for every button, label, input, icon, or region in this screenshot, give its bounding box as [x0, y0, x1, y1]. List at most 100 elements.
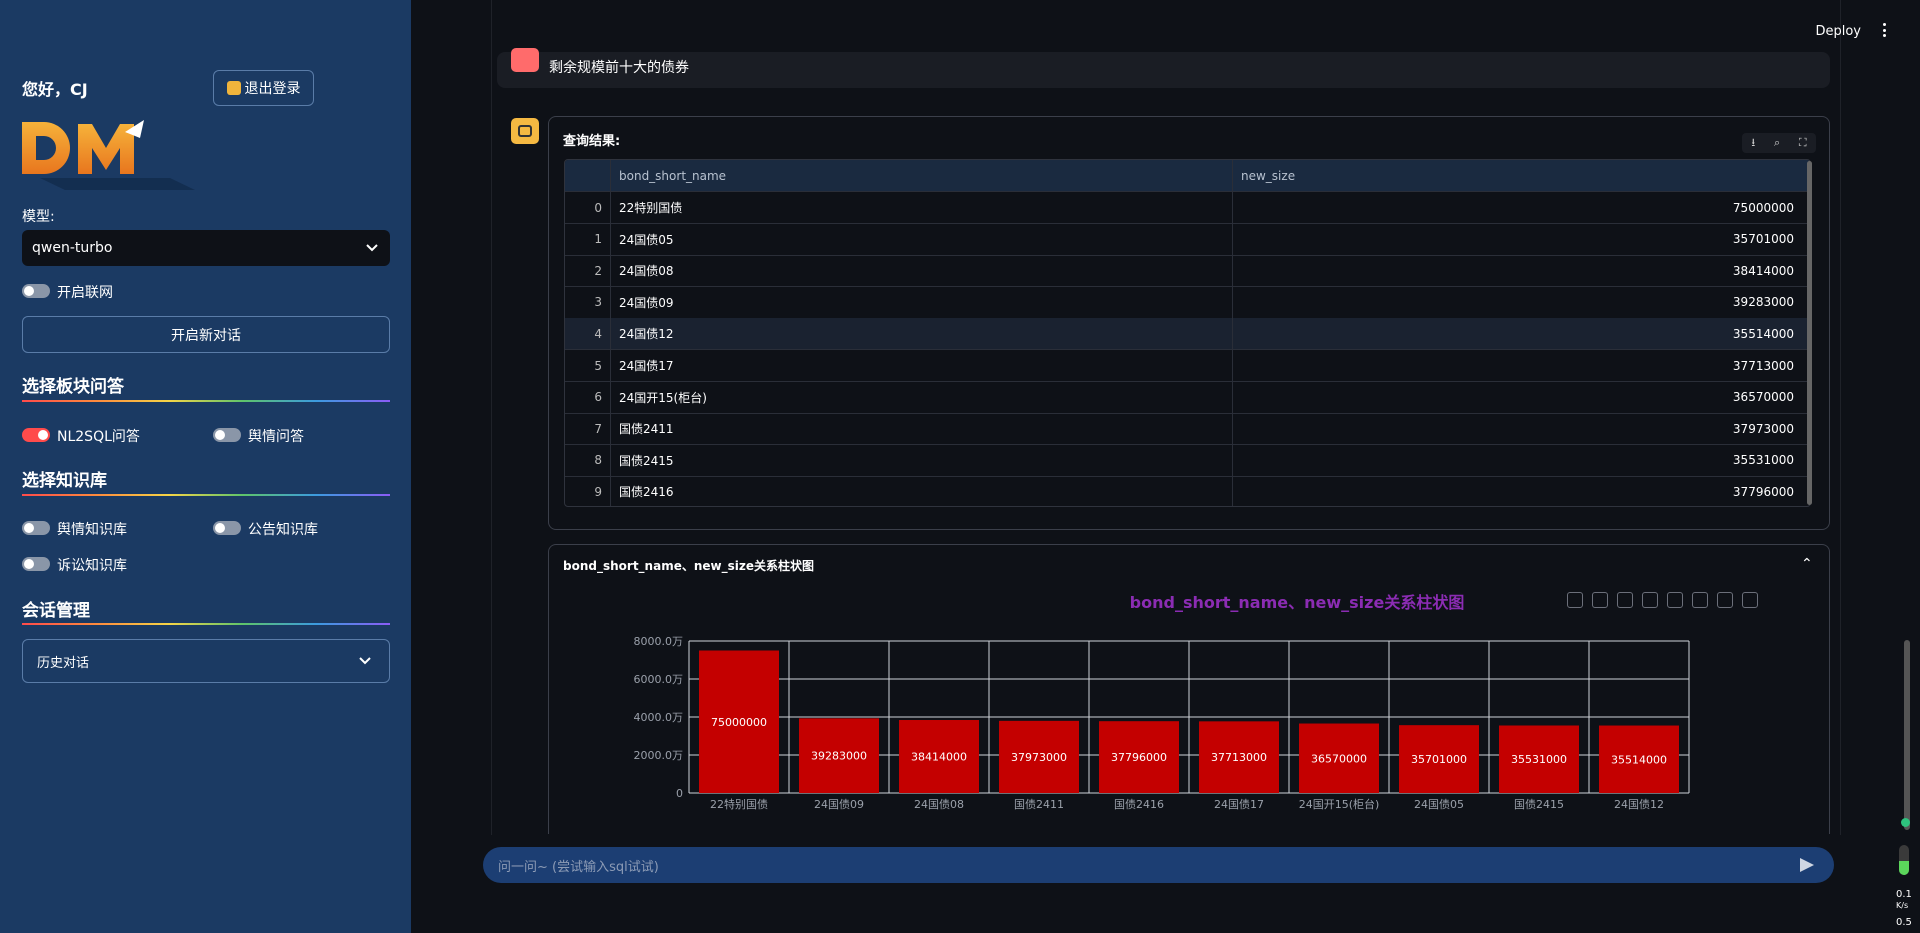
net-unit: K/s	[1896, 901, 1909, 910]
save-image-icon[interactable]	[1567, 592, 1583, 608]
table-row[interactable]: 8 国债2415 35531000	[565, 444, 1810, 477]
chat-input[interactable]: 问一问~ (尝试输入sql试试)	[483, 847, 1834, 883]
cell-bond-name: 24国债09	[611, 286, 1233, 318]
kb-announce-toggle[interactable]	[213, 521, 241, 535]
bar-chart: 0 2000.0万 4000.0万 6000.0万 8000.0万 75000000 22特…	[634, 635, 1690, 811]
section-kb-heading: 选择知识库	[22, 471, 107, 491]
bar-value-label: 37713000	[1211, 751, 1267, 764]
bar-chart-icon[interactable]	[1717, 592, 1733, 608]
x-tick-label: 24国债05	[1414, 797, 1464, 811]
row-index: 0	[565, 192, 611, 223]
download-icon[interactable]: ⭳	[1751, 134, 1755, 153]
user-message-text: 剩余规模前十大的债券	[549, 60, 689, 76]
row-index: 5	[565, 350, 611, 381]
column-header[interactable]: new_size	[1233, 160, 1804, 191]
cell-new-size: 75000000	[1732, 200, 1794, 215]
x-tick-label: 24国债08	[914, 797, 964, 811]
sentiment-qa-toggle[interactable]	[213, 428, 241, 442]
table-header: bond_short_name new_size	[565, 160, 1810, 192]
net-down-value: 0.5	[1896, 917, 1912, 928]
result-table[interactable]: bond_short_name new_size 0 22特别国债 75000000…	[564, 159, 1811, 507]
bar-value-label: 36570000	[1311, 752, 1367, 765]
fullscreen-icon[interactable]: ⛶	[1799, 136, 1807, 150]
new-chat-button[interactable]: 开启新对话	[22, 316, 390, 353]
table-row[interactable]: 4 24国债12 35514000	[565, 318, 1810, 351]
web-search-toggle[interactable]	[22, 284, 50, 298]
row-index: 9	[565, 476, 611, 506]
model-select[interactable]: qwen-turbo	[22, 230, 390, 266]
cell-new-size: 38414000	[1732, 263, 1794, 278]
main-menu-icon[interactable]	[1883, 23, 1887, 37]
row-index: 3	[565, 286, 611, 318]
sentiment-qa-label: 舆情问答	[248, 429, 304, 445]
chevron-down-icon	[359, 657, 371, 665]
section-divider	[22, 623, 390, 625]
line-chart-icon[interactable]	[1692, 592, 1708, 608]
web-search-label: 开启联网	[57, 285, 113, 301]
cell-bond-name: 24国债12	[611, 318, 1233, 350]
x-tick-label: 国债2411	[1014, 797, 1064, 811]
chart-toolbox	[1567, 592, 1758, 608]
chevron-down-icon	[366, 244, 378, 252]
kb-litigation-toggle[interactable]	[22, 557, 50, 571]
cell-new-size: 36570000	[1732, 390, 1794, 405]
table-row[interactable]: 5 24国债17 37713000	[565, 350, 1810, 382]
restore-icon[interactable]	[1592, 592, 1608, 608]
zoom-reset-icon[interactable]	[1667, 592, 1683, 608]
send-icon[interactable]	[1800, 858, 1814, 872]
user-message-bubble	[497, 52, 1830, 88]
chart-panel-title: bond_short_name、new_size关系柱状图	[563, 559, 814, 573]
y-tick-label: 0	[676, 787, 683, 800]
zoom-icon[interactable]	[1642, 592, 1658, 608]
cell-bond-name: 国债2415	[611, 444, 1233, 476]
nl2sql-toggle[interactable]	[22, 428, 50, 442]
logout-icon	[226, 81, 241, 95]
table-row[interactable]: 0 22特别国债 75000000	[565, 192, 1810, 224]
dm-logo	[22, 120, 195, 190]
x-tick-label: 国债2415	[1514, 797, 1564, 811]
x-tick-label: 24国债09	[814, 797, 864, 811]
x-tick-label: 24国债12	[1614, 797, 1664, 811]
table-row[interactable]: 9 国债2416 37796000	[565, 476, 1810, 506]
table-row[interactable]: 7 国债2411 37973000	[565, 413, 1810, 446]
greeting: 您好，CJ	[22, 80, 88, 99]
stack-icon[interactable]	[1742, 592, 1758, 608]
table-row[interactable]: 2 24国债08 38414000	[565, 255, 1810, 288]
table-scrollbar[interactable]	[1807, 161, 1812, 505]
kb-announce-label: 公告知识库	[248, 522, 318, 538]
bar-value-label: 38414000	[911, 751, 967, 764]
history-expander[interactable]: 历史对话	[22, 639, 390, 683]
search-icon[interactable]: ⌕	[1774, 136, 1780, 150]
result-title: 查询结果:	[563, 134, 621, 149]
table-row[interactable]: 3 24国债09 39283000	[565, 286, 1810, 319]
table-row[interactable]: 6 24国开15(柜台) 36570000	[565, 381, 1810, 414]
cell-bond-name: 24国债17	[611, 350, 1233, 381]
page-scrollbar[interactable]	[1904, 640, 1910, 830]
table-row[interactable]: 1 24国债05 35701000	[565, 223, 1810, 256]
kb-sentiment-toggle[interactable]	[22, 521, 50, 535]
user-avatar	[511, 48, 539, 72]
chevron-up-icon[interactable]: ⌃	[1801, 556, 1813, 572]
logout-button[interactable]: 退出登录	[213, 70, 314, 106]
history-label: 历史对话	[37, 655, 90, 671]
bar-value-label: 37973000	[1011, 751, 1067, 764]
nl2sql-label: NL2SQL问答	[57, 429, 140, 445]
bar-value-label: 35531000	[1511, 753, 1567, 766]
row-index: 8	[565, 444, 611, 476]
cell-new-size: 37973000	[1732, 421, 1794, 436]
deploy-button[interactable]: Deploy	[1815, 24, 1861, 39]
section-divider	[22, 400, 390, 402]
cell-bond-name: 22特别国债	[611, 192, 1233, 223]
content-border	[491, 0, 492, 835]
bar-value-label: 35514000	[1611, 753, 1667, 766]
y-tick-label: 4000.0万	[634, 711, 684, 724]
column-header[interactable]: bond_short_name	[611, 160, 1233, 191]
chart-title: bond_short_name、new_size关系柱状图	[1129, 593, 1465, 612]
x-tick-label: 国债2416	[1114, 797, 1164, 811]
table-toolbar: ⭳ ⌕ ⛶	[1742, 133, 1816, 153]
data-view-icon[interactable]	[1617, 592, 1633, 608]
x-tick-label: 24国债17	[1214, 797, 1264, 811]
robot-icon	[518, 125, 532, 137]
model-select-value: qwen-turbo	[32, 240, 113, 256]
cell-bond-name: 24国债05	[611, 223, 1233, 255]
